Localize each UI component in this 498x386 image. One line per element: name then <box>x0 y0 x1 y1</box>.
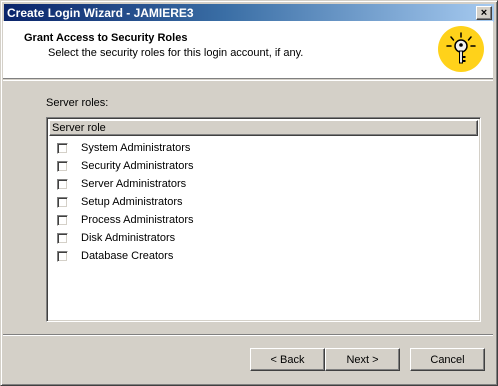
title-bar: Create Login Wizard - JAMIERE3 × <box>4 4 494 22</box>
checkbox[interactable] <box>57 178 68 190</box>
key-icon <box>438 26 484 72</box>
back-button[interactable]: < Back <box>250 348 325 371</box>
server-roles-list[interactable]: Server role System Administrators Securi… <box>46 117 481 322</box>
close-button[interactable]: × <box>476 6 492 20</box>
role-row-disk-administrators[interactable]: Disk Administrators <box>49 229 478 247</box>
role-label: Process Administrators <box>81 214 194 226</box>
role-row-process-administrators[interactable]: Process Administrators <box>49 211 478 229</box>
role-row-security-administrators[interactable]: Security Administrators <box>49 157 478 175</box>
role-rows: System Administrators Security Administr… <box>49 139 478 265</box>
role-row-system-administrators[interactable]: System Administrators <box>49 139 478 157</box>
role-label: Database Creators <box>81 250 174 262</box>
role-label: Server Administrators <box>81 178 187 190</box>
checkbox[interactable] <box>57 142 68 154</box>
window-title: Create Login Wizard - JAMIERE3 <box>7 6 194 20</box>
role-label: Setup Administrators <box>81 196 183 208</box>
role-row-database-creators[interactable]: Database Creators <box>49 247 478 265</box>
page-subtitle: Select the security roles for this login… <box>48 47 304 59</box>
cancel-button[interactable]: Cancel <box>410 348 485 371</box>
checkbox[interactable] <box>57 232 68 244</box>
checkbox[interactable] <box>57 250 68 262</box>
server-roles-label: Server roles: <box>46 97 109 109</box>
next-button[interactable]: Next > <box>325 348 400 371</box>
role-label: Disk Administrators <box>81 232 176 244</box>
wizard-header: Grant Access to Security Roles Select th… <box>3 21 493 79</box>
checkbox[interactable] <box>57 214 68 226</box>
button-divider-highlight <box>3 335 493 336</box>
checkbox[interactable] <box>57 196 68 208</box>
checkbox[interactable] <box>57 160 68 172</box>
header-divider <box>3 80 493 81</box>
page-title: Grant Access to Security Roles <box>24 32 188 44</box>
column-header-server-role[interactable]: Server role <box>49 120 478 136</box>
role-row-setup-administrators[interactable]: Setup Administrators <box>49 193 478 211</box>
role-label: Security Administrators <box>81 160 194 172</box>
role-label: System Administrators <box>81 142 191 154</box>
role-row-server-administrators[interactable]: Server Administrators <box>49 175 478 193</box>
